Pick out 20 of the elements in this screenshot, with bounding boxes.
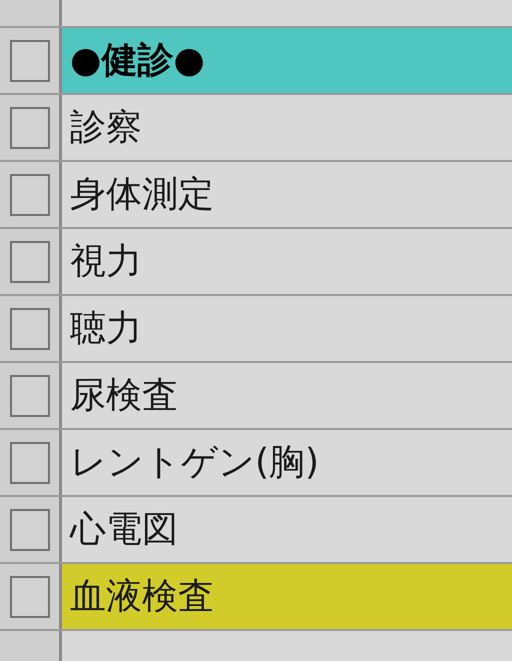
table-cell xyxy=(0,631,62,661)
checkbox[interactable] xyxy=(10,508,50,550)
checkbox[interactable] xyxy=(10,576,50,618)
item-label: 視力 xyxy=(70,242,142,282)
item-label: 血液検査 xyxy=(70,576,214,616)
checkbox[interactable] xyxy=(10,106,50,148)
checkbox[interactable] xyxy=(10,374,50,416)
item-label: 診察 xyxy=(70,108,142,148)
item-label: レントゲン(胸) xyxy=(70,442,320,482)
checkbox[interactable] xyxy=(10,240,50,282)
item-label: 尿検査 xyxy=(70,376,178,416)
item-label: 聴力 xyxy=(70,308,142,348)
checkbox[interactable] xyxy=(10,308,50,350)
item-label: ●健診● xyxy=(70,40,205,80)
checkbox[interactable] xyxy=(10,442,50,484)
checkbox[interactable] xyxy=(10,40,50,82)
table-cell xyxy=(0,0,62,26)
item-label: 身体測定 xyxy=(70,174,214,214)
checkbox[interactable] xyxy=(10,174,50,216)
item-label: 心電図 xyxy=(70,510,178,550)
